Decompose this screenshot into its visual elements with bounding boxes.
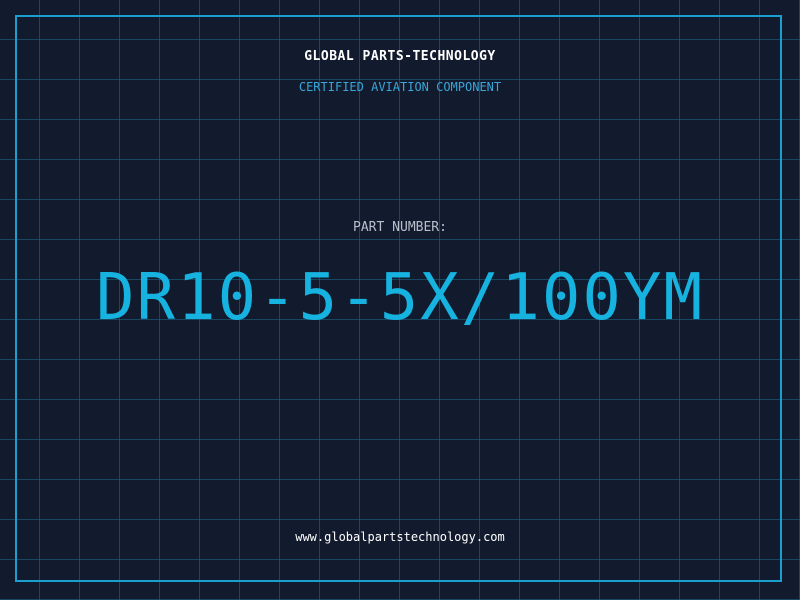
part-number-label: PART NUMBER: xyxy=(353,220,447,235)
company-name: GLOBAL PARTS-TECHNOLOGY xyxy=(304,49,496,64)
part-number-value: DR10-5-5X/100YM xyxy=(96,261,704,335)
certification-subtitle: CERTIFIED AVIATION COMPONENT xyxy=(298,80,502,94)
part-label-card: GLOBAL PARTS-TECHNOLOGY CERTIFIED AVIATI… xyxy=(0,0,800,600)
website-url: www.globalpartstechnology.com xyxy=(295,530,505,544)
